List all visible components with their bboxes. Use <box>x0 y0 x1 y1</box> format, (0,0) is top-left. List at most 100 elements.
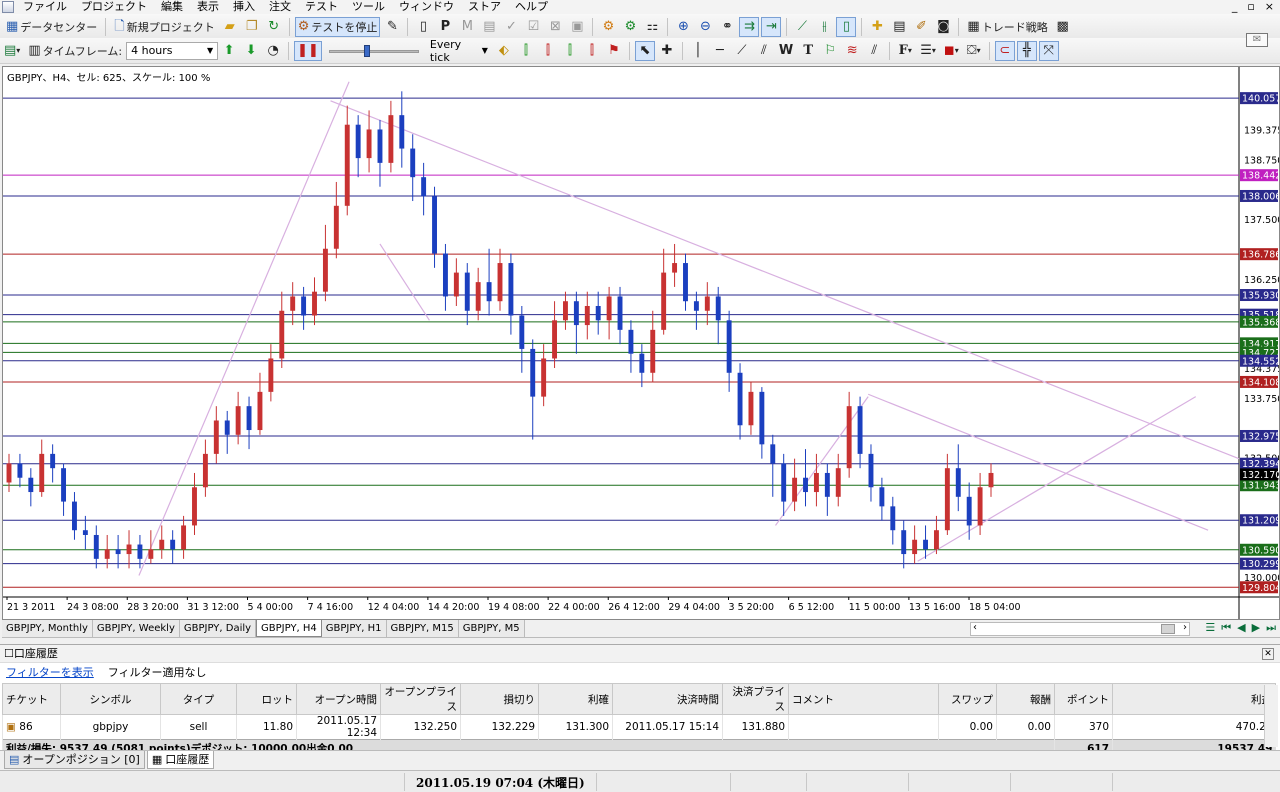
open-folder-button[interactable]: ▰ <box>220 17 240 37</box>
grid-tool[interactable]: ╬ <box>1016 40 1037 61</box>
tab-account-history[interactable]: ▦ 口座履歴 <box>146 751 215 769</box>
label-tool[interactable]: ⚐ <box>820 41 840 61</box>
last-tab-icon[interactable]: ⏭ <box>1266 621 1276 635</box>
add-indicator-button[interactable]: ✚ <box>867 17 887 37</box>
vertical-line-tool[interactable]: │ <box>688 41 708 61</box>
mail-icon[interactable]: ✉ <box>1246 33 1268 47</box>
binoculars-button[interactable]: ⚭ <box>717 17 737 37</box>
scroll-left-icon[interactable]: ‹ <box>973 622 977 633</box>
menu-order[interactable]: 注文 <box>264 0 300 14</box>
tab-gbpjpy-h1[interactable]: GBPJPY, H1 <box>321 620 387 637</box>
script-button[interactable]: ▣ <box>567 17 587 37</box>
menu-file[interactable]: ファイル <box>18 0 76 14</box>
bar-chart-button[interactable]: ⫲ <box>814 17 834 37</box>
scroll-right-icon[interactable]: › <box>1183 622 1187 633</box>
prev-tab-icon[interactable]: ◀ <box>1237 621 1245 635</box>
objects-button[interactable]: ✐ <box>911 17 931 37</box>
close-button[interactable]: × <box>1265 0 1274 13</box>
copy-button[interactable]: ❐ <box>242 17 262 37</box>
zoom-out-button[interactable]: ⊖ <box>695 17 715 37</box>
pending-order-button[interactable]: ⫿ <box>582 41 602 61</box>
column-commission[interactable]: 報酬 <box>996 683 1055 715</box>
speed-slider[interactable] <box>328 44 419 58</box>
chart-shift-button[interactable]: ⇥ <box>761 16 782 37</box>
show-filter-link[interactable]: フィルターを表示 <box>6 663 94 683</box>
menu-project[interactable]: プロジェクト <box>76 0 156 14</box>
expert2-button[interactable]: ⚙ <box>620 17 640 37</box>
column-type[interactable]: タイプ <box>160 683 237 715</box>
cursor-tool[interactable]: ⬉ <box>634 40 655 61</box>
data-center-button[interactable]: ▦ データセンター <box>1 17 100 37</box>
tab-gbpjpy-m5[interactable]: GBPJPY, M5 <box>458 620 525 637</box>
column-comment[interactable]: コメント <box>788 683 939 715</box>
m-doc-button[interactable]: M <box>457 17 477 37</box>
templates-button[interactable]: ▤ <box>889 17 909 37</box>
minimize-button[interactable]: _ <box>1232 0 1238 13</box>
line-style-tool[interactable]: ☰ ▾ <box>917 41 939 61</box>
menu-help[interactable]: ヘルプ <box>510 0 557 14</box>
fibonacci-tool[interactable]: ≋ <box>842 41 862 61</box>
menu-edit[interactable]: 編集 <box>156 0 192 14</box>
column-stop-loss[interactable]: 損切り <box>460 683 539 715</box>
trendline-tool[interactable]: ⟋ <box>732 41 752 61</box>
compile-button[interactable]: ▤ <box>479 17 499 37</box>
column-open-time[interactable]: オープン時間 <box>296 683 381 715</box>
column-lots[interactable]: ロット <box>236 683 297 715</box>
tab-gbpjpy-m15[interactable]: GBPJPY, M15 <box>386 620 459 637</box>
autoscroll-button[interactable]: ⇉ <box>739 16 760 37</box>
next-tab-icon[interactable]: ▶ <box>1252 621 1260 635</box>
crosshair-tool[interactable]: ✚ <box>657 41 677 61</box>
tab-gbpjpy-monthly[interactable]: GBPJPY, Monthly <box>2 620 93 637</box>
chart-window[interactable]: GBPJPY、H4、セル: 625、スケール: 100 % 139.375 138.… <box>2 66 1280 620</box>
tick-mode-select[interactable]: Every tick ▼ <box>425 38 493 64</box>
column-points[interactable]: ポイント <box>1054 683 1113 715</box>
table-row[interactable]: ▣ 86 gbpjpy sell 11.80 2011.05.17 12:34 … <box>2 714 1276 740</box>
tab-list-icon[interactable]: ☰ <box>1205 621 1215 635</box>
stop-test-button[interactable]: ⚙ テストを停止 <box>294 16 381 37</box>
text-tool[interactable]: T <box>798 41 818 61</box>
zoom-in-button[interactable]: ⊕ <box>673 17 693 37</box>
column-close-price[interactable]: 決済プライス <box>722 683 789 715</box>
screenshot-button[interactable]: ◙ <box>933 17 953 37</box>
wave-tool[interactable]: W <box>776 41 796 61</box>
order-flag-button[interactable]: ⚑ <box>604 41 624 61</box>
menu-window[interactable]: ウィンドウ <box>394 0 463 14</box>
column-take-profit[interactable]: 利確 <box>538 683 613 715</box>
buy-button[interactable]: ⬖ <box>494 41 514 61</box>
history-scrollbar[interactable] <box>1264 685 1278 747</box>
check-button[interactable]: ✓ <box>501 17 521 37</box>
refresh-button[interactable]: ↻ <box>264 17 284 37</box>
new-doc-button[interactable]: ▯ <box>413 17 433 37</box>
slider-thumb[interactable] <box>364 44 371 57</box>
first-tab-icon[interactable]: ⏮ <box>1221 621 1231 635</box>
menu-tools[interactable]: ツール <box>347 0 394 14</box>
sell-button[interactable]: ⫿ <box>516 41 536 61</box>
restore-button[interactable]: ▫ <box>1247 0 1254 13</box>
scrollbar-thumb[interactable] <box>1161 624 1175 634</box>
candle-chart-button[interactable]: ▯ <box>836 16 857 37</box>
horizontal-line-tool[interactable]: ─ <box>710 41 730 61</box>
objects-list-tool[interactable]: ⤧ <box>1038 40 1059 61</box>
delete-doc-button[interactable]: ⊠ <box>545 17 565 37</box>
column-close-time[interactable]: 決済時間 <box>612 683 723 715</box>
modify-order-button[interactable]: ⫿ <box>560 41 580 61</box>
fill-tool[interactable]: ⛋ ▾ <box>964 41 984 61</box>
channel-tool[interactable]: ⫽ <box>754 41 774 61</box>
color-tool[interactable]: ◼ ▾ <box>941 41 962 61</box>
tab-gbpjpy-h4[interactable]: GBPJPY, H4 <box>256 620 322 637</box>
price-chart[interactable]: GBPJPY、H4、セル: 625、スケール: 100 % 139.375 138.… <box>3 67 1279 619</box>
chart-options-button[interactable]: ⚏ <box>642 17 662 37</box>
calculator-button[interactable]: ▩ <box>1053 17 1073 37</box>
new-project-button[interactable]: 🗋 新規プロジェクト <box>111 17 217 37</box>
magnet-tool[interactable]: ⊂ <box>994 40 1015 61</box>
pause-button[interactable]: ❚❚ <box>294 40 322 61</box>
line-chart-button[interactable]: ⟋ <box>792 17 812 37</box>
step-up-button[interactable]: ⬆ <box>219 41 239 61</box>
pitchfork-tool[interactable]: ⫽ <box>864 41 884 61</box>
close-icon[interactable]: ✕ <box>1262 648 1274 660</box>
expert-button[interactable]: ⚙ <box>598 17 618 37</box>
column-swap[interactable]: スワップ <box>938 683 997 715</box>
verify-button[interactable]: ☑ <box>523 17 543 37</box>
edit-test-button[interactable]: ✎ <box>382 17 402 37</box>
chart-scrollbar[interactable]: ‹ › <box>970 622 1190 636</box>
